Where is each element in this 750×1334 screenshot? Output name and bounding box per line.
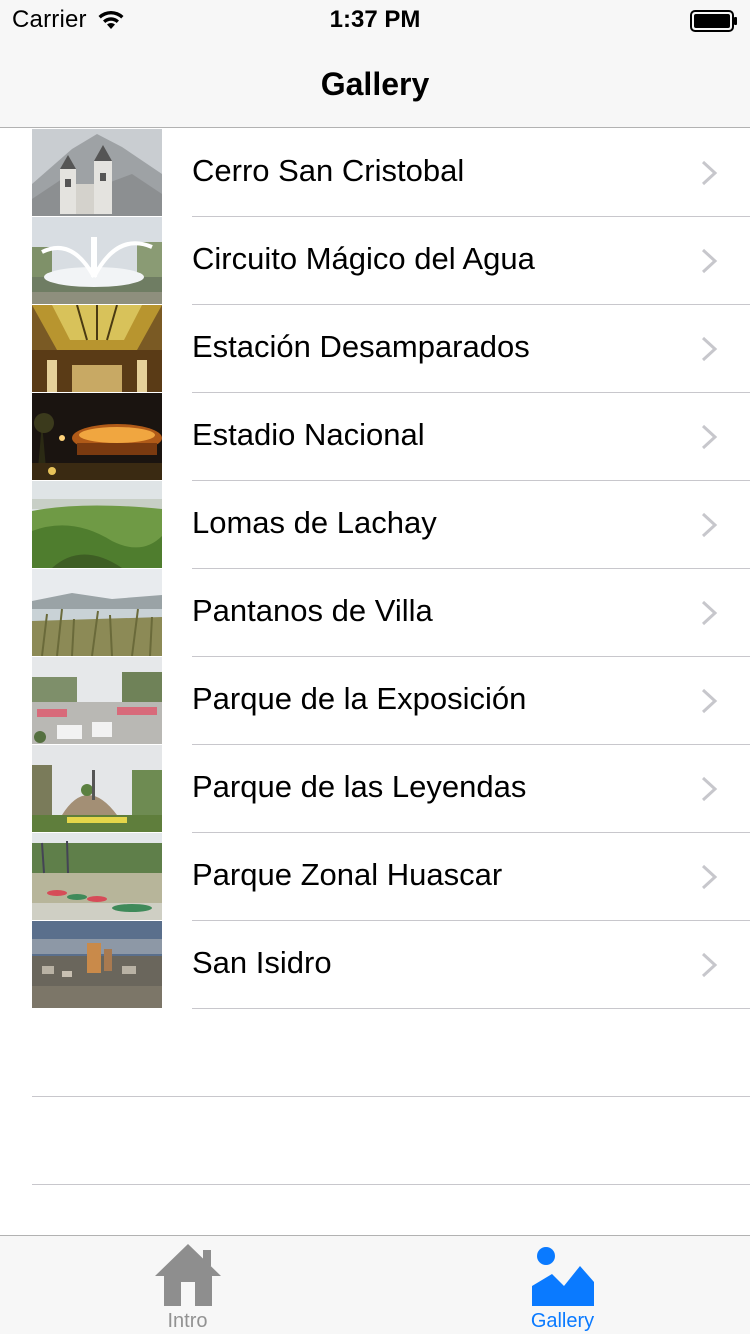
list-item-parque-zonal-huascar[interactable]: Parque Zonal Huascar	[0, 833, 750, 921]
item-title: Parque Zonal Huascar	[192, 857, 503, 892]
lake-boats-thumbnail	[32, 833, 162, 920]
green-hills-thumbnail	[32, 481, 162, 568]
chevron-right-icon	[701, 512, 718, 538]
chevron-right-icon	[701, 424, 718, 450]
clock: 1:37 PM	[329, 6, 421, 33]
status-bar: Carrier 1:37 PM	[0, 0, 750, 40]
battery-icon	[690, 10, 737, 32]
tab-gallery[interactable]: Gallery	[375, 1236, 750, 1334]
list-item-circuito-magico[interactable]: Circuito Mágico del Agua	[0, 217, 750, 305]
home-icon	[154, 1244, 221, 1306]
chevron-right-icon	[701, 864, 718, 890]
stadium-night-thumbnail	[32, 393, 162, 480]
park-garden-thumbnail	[32, 745, 162, 832]
chevron-right-icon	[701, 776, 718, 802]
park-plaza-thumbnail	[32, 657, 162, 744]
fountain-thumbnail	[32, 217, 162, 304]
item-title: Cerro San Cristobal	[192, 153, 465, 188]
chevron-right-icon	[701, 336, 718, 362]
chevron-right-icon	[701, 952, 718, 978]
empty-row	[0, 1097, 750, 1185]
list-item-pantanos-de-villa[interactable]: Pantanos de Villa	[0, 569, 750, 657]
chevron-right-icon	[701, 248, 718, 274]
image-icon	[531, 1247, 594, 1306]
list-item-parque-de-las-leyendas[interactable]: Parque de las Leyendas	[0, 745, 750, 833]
item-title: Pantanos de Villa	[192, 593, 433, 628]
list-item-parque-de-la-exposicion[interactable]: Parque de la Exposición	[0, 657, 750, 745]
list-item-lomas-de-lachay[interactable]: Lomas de Lachay	[0, 481, 750, 569]
tab-bar: Intro Gallery	[0, 1235, 750, 1334]
item-title: Parque de las Leyendas	[192, 769, 527, 804]
item-title: Parque de la Exposición	[192, 681, 527, 716]
gallery-list: Cerro San Cristobal Circuito Mágico del …	[0, 129, 750, 1185]
item-title: San Isidro	[192, 945, 332, 980]
item-title: Circuito Mágico del Agua	[192, 241, 535, 276]
item-title: Estación Desamparados	[192, 329, 530, 364]
list-item-estadio-nacional[interactable]: Estadio Nacional	[0, 393, 750, 481]
tab-intro[interactable]: Intro	[0, 1236, 375, 1334]
chevron-right-icon	[701, 160, 718, 186]
tab-label: Gallery	[530, 1310, 595, 1332]
stained-glass-ceiling-thumbnail	[32, 305, 162, 392]
item-title: Estadio Nacional	[192, 417, 425, 452]
chevron-right-icon	[701, 688, 718, 714]
list-item-san-isidro[interactable]: San Isidro	[0, 921, 750, 1009]
empty-row	[0, 1009, 750, 1097]
item-title: Lomas de Lachay	[192, 505, 437, 540]
page-title: Gallery	[320, 66, 430, 102]
tab-label: Intro	[167, 1310, 208, 1332]
row-separator	[32, 1184, 750, 1185]
list-item-estacion-desamparados[interactable]: Estación Desamparados	[0, 305, 750, 393]
wetlands-thumbnail	[32, 569, 162, 656]
church-hill-thumbnail	[32, 129, 162, 216]
city-skyline-thumbnail	[32, 921, 162, 1008]
list-item-cerro-san-cristobal[interactable]: Cerro San Cristobal	[0, 129, 750, 217]
navigation-bar: Gallery	[0, 40, 750, 128]
chevron-right-icon	[701, 600, 718, 626]
